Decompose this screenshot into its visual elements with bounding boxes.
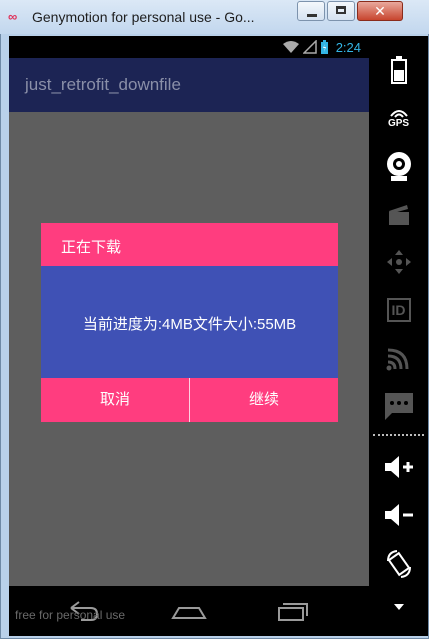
battery-button[interactable] <box>369 48 428 92</box>
gps-icon <box>389 109 408 118</box>
gps-label: GPS <box>387 117 410 129</box>
watermark: free for personal use <box>15 608 126 622</box>
download-dialog: 正在下载 当前进度为:4MB文件大小:55MB 取消 继续 <box>41 223 338 422</box>
emulator-screen: 2:24 just_retrofit_downfile 正在下载 当前进度为:4… <box>9 36 369 636</box>
maximize-icon <box>336 6 346 14</box>
rotate-button[interactable] <box>369 542 428 586</box>
volume-up-button[interactable] <box>369 445 428 489</box>
volume-down-button[interactable] <box>369 493 428 537</box>
action-bar: just_retrofit_downfile <box>9 58 369 112</box>
device-id-button[interactable]: ID <box>369 288 428 332</box>
cancel-button[interactable]: 取消 <box>41 378 189 422</box>
more-button[interactable] <box>369 592 428 622</box>
maximize-button[interactable] <box>327 1 355 21</box>
wifi-icon <box>282 41 299 53</box>
recent-apps-button[interactable] <box>275 596 315 626</box>
toolbar-separator <box>373 434 424 436</box>
more-icon <box>393 604 404 610</box>
gps-button[interactable]: GPS <box>369 96 428 140</box>
window-title: Genymotion for personal use - Go... <box>32 9 255 25</box>
dialog-message: 当前进度为:4MB文件大小:55MB <box>82 316 297 333</box>
home-button[interactable] <box>169 596 209 626</box>
battery-icon <box>390 56 407 84</box>
cast-icon <box>386 348 408 371</box>
no-signal-icon <box>302 40 317 54</box>
dialog-title: 正在下载 <box>61 239 122 256</box>
status-bar: 2:24 <box>9 36 369 58</box>
dialog-header: 正在下载 <box>41 223 338 266</box>
volume-down-icon <box>384 504 413 526</box>
volume-up-icon <box>384 456 413 478</box>
title-bar: ∞ Genymotion for personal use - Go... ✕ <box>0 0 429 34</box>
device-id-icon: ID <box>386 298 411 322</box>
genymotion-toolbar: GPS ID <box>369 36 428 636</box>
dpad-button[interactable] <box>369 240 428 284</box>
minimize-icon <box>307 14 317 17</box>
cast-button[interactable] <box>369 336 428 380</box>
genymotion-logo-icon: ∞ <box>8 9 18 24</box>
recent-apps-icon <box>278 603 308 621</box>
app-title: just_retrofit_downfile <box>25 75 181 94</box>
sms-icon <box>384 393 413 420</box>
video-capture-button[interactable] <box>369 192 428 236</box>
battery-charging-icon <box>320 40 328 54</box>
close-button[interactable]: ✕ <box>357 1 403 21</box>
close-icon: ✕ <box>374 3 386 19</box>
home-icon <box>171 607 207 619</box>
video-capture-icon <box>388 205 409 225</box>
camera-icon <box>386 152 411 181</box>
dpad-icon <box>386 250 411 274</box>
continue-button[interactable]: 继续 <box>190 378 338 422</box>
rotate-icon <box>386 550 411 578</box>
dialog-footer: 取消 继续 <box>41 378 338 422</box>
sms-button[interactable] <box>369 384 428 428</box>
status-time: 2:24 <box>335 39 361 55</box>
minimize-button[interactable] <box>297 1 325 21</box>
camera-button[interactable] <box>369 144 428 188</box>
dialog-body: 当前进度为:4MB文件大小:55MB <box>41 266 338 378</box>
